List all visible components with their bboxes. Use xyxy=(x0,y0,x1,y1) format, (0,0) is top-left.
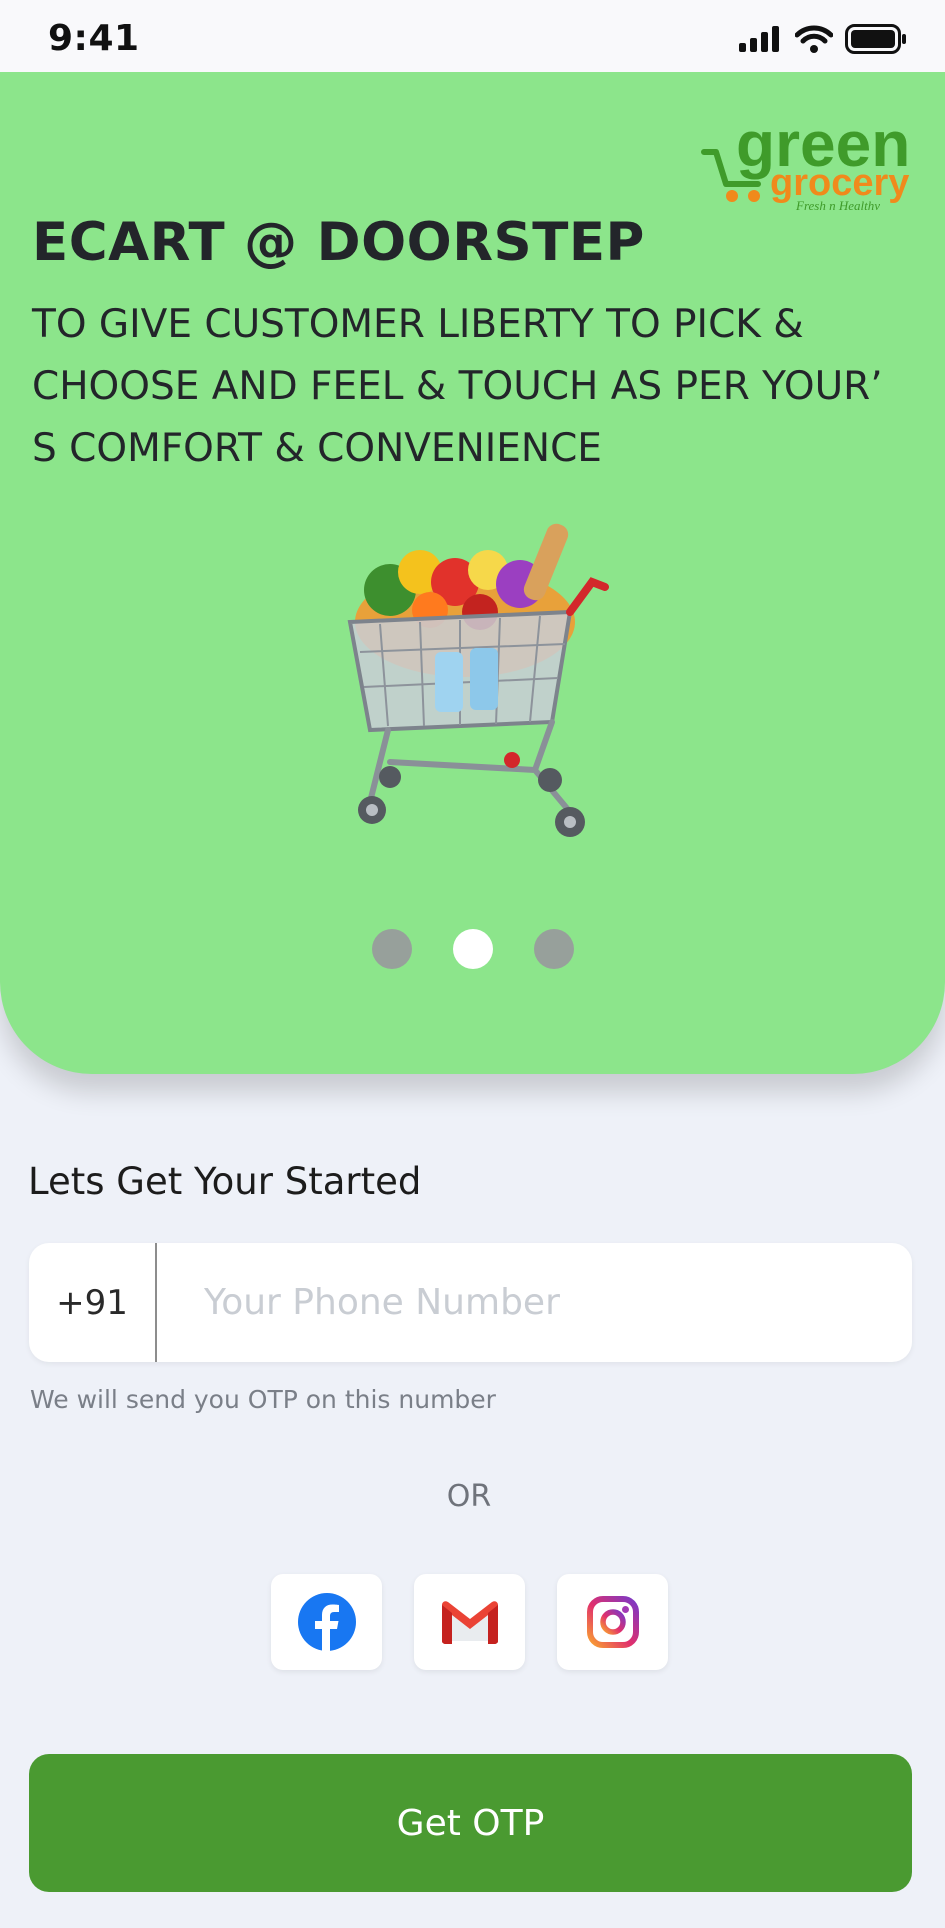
otp-hint-text: We will send you OTP on this number xyxy=(30,1385,496,1414)
green-grocery-logo: green grocery Fresh n Healthy xyxy=(701,108,910,210)
instagram-icon xyxy=(586,1596,639,1648)
shopping-cart-image xyxy=(347,523,609,837)
status-icons xyxy=(739,24,907,54)
hero-subtitle: TO GIVE CUSTOMER LIBERTY TO PICK & CHOOS… xyxy=(32,302,883,471)
svg-text:Fresh n Healthy: Fresh n Healthy xyxy=(795,198,880,210)
section-heading: Lets Get Your Started xyxy=(28,1160,422,1203)
gmail-icon xyxy=(441,1601,498,1644)
signal-icon xyxy=(739,26,779,52)
carousel-dot-3[interactable] xyxy=(533,929,574,969)
hero-banner: green grocery Fresh n Healthy ECART @ DO… xyxy=(0,72,945,1074)
wifi-icon xyxy=(795,25,833,53)
carousel-dot-1[interactable] xyxy=(371,929,412,969)
phone-field: +91 xyxy=(29,1243,912,1362)
get-otp-button[interactable]: Get OTP xyxy=(29,1754,912,1892)
facebook-icon xyxy=(297,1593,356,1651)
gmail-login-button[interactable] xyxy=(414,1574,525,1670)
status-time: 9:41 xyxy=(48,18,140,59)
battery-icon xyxy=(845,24,906,54)
facebook-login-button[interactable] xyxy=(271,1574,382,1670)
hero-title: ECART @ DOORSTEP xyxy=(32,212,645,273)
social-login-row xyxy=(271,1574,668,1670)
phone-number-input[interactable] xyxy=(204,1243,894,1362)
carousel-dot-2-active[interactable] xyxy=(452,929,493,969)
instagram-login-button[interactable] xyxy=(557,1574,668,1670)
carousel-indicator xyxy=(0,929,945,969)
country-code-selector[interactable]: +91 xyxy=(29,1243,157,1362)
or-divider: OR xyxy=(446,1479,492,1514)
status-bar: 9:41 xyxy=(0,0,945,72)
